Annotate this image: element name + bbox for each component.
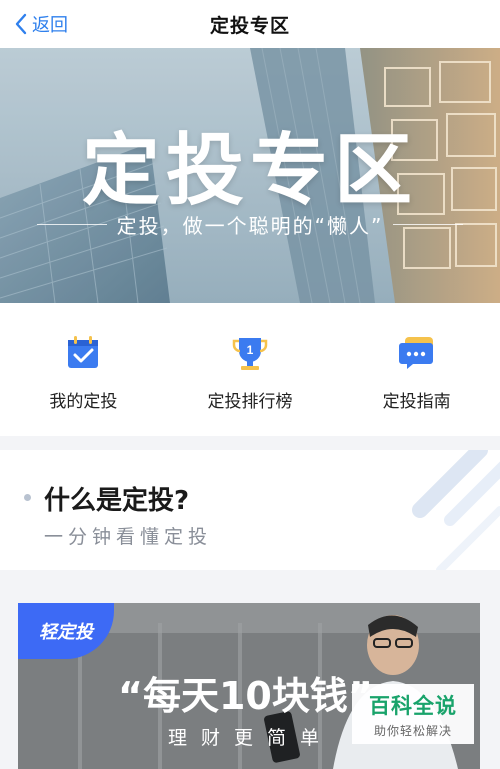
hero-subtitle-row: 定投，做一个聪明的“懒人” <box>0 210 500 239</box>
bullet-dot <box>24 494 31 501</box>
shortcut-guide[interactable]: 定投指南 <box>333 303 500 436</box>
shortcut-label: 定投指南 <box>382 392 451 412</box>
promo-title: “每天10块钱” <box>118 674 373 718</box>
shortcut-row: 我的定投 1 定投排行榜 定投指南 <box>0 303 500 436</box>
back-button[interactable]: 返回 <box>14 0 68 48</box>
nav-bar: 返回 定投专区 <box>0 0 500 48</box>
chevron-left-icon <box>15 13 27 35</box>
section-title: 什么是定投? <box>44 486 190 516</box>
page-title: 定投专区 <box>209 14 290 37</box>
what-is-card[interactable]: 什么是定投? 一分钟看懂定投 <box>0 450 500 570</box>
promo-badge-text: 轻定投 <box>39 622 93 643</box>
chat-bubble-icon <box>398 337 433 369</box>
svg-text:1: 1 <box>247 343 254 357</box>
watermark-tagline: 助你轻松解决 <box>373 723 452 738</box>
promo-subtitle: 理财更简单 <box>168 727 334 749</box>
shortcut-label: 定投排行榜 <box>207 392 293 412</box>
shortcut-ranking[interactable]: 1 定投排行榜 <box>167 303 334 436</box>
hero-title: 定投专区 <box>81 126 418 216</box>
shortcut-label: 我的定投 <box>49 392 118 412</box>
shortcut-my-plans[interactable]: 我的定投 <box>0 303 167 436</box>
back-label: 返回 <box>32 15 68 36</box>
decorative-stripes <box>412 450 500 570</box>
divider-line <box>36 224 107 225</box>
section-subtitle: 一分钟看懂定投 <box>44 526 213 548</box>
hero-subtitle: 定投，做一个聪明的“懒人” <box>116 214 384 238</box>
watermark: 百科全说 助你轻松解决 <box>352 684 474 744</box>
watermark-brand: 百科全说 <box>369 693 457 718</box>
hero-banner: 定投专区 定投，做一个聪明的“懒人” <box>0 48 500 303</box>
divider-line <box>393 224 464 225</box>
trophy-icon: 1 <box>232 338 268 370</box>
calendar-check-icon <box>68 336 99 368</box>
